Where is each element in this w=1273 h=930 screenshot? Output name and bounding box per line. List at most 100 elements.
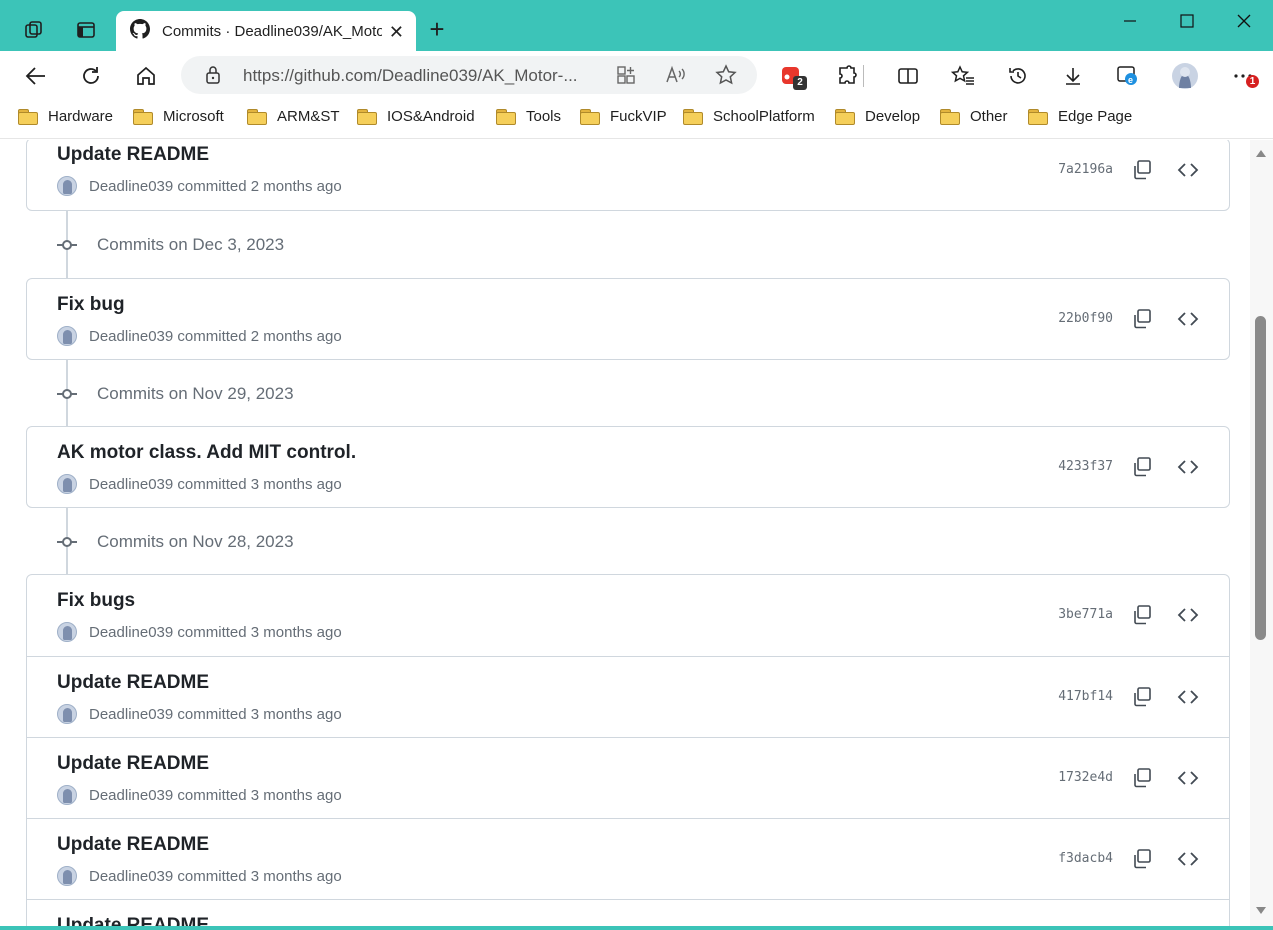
ie-mode-icon[interactable]: e [1113, 61, 1143, 91]
vertical-scrollbar[interactable] [1250, 140, 1273, 926]
author-link[interactable]: Deadline039 [89, 476, 173, 493]
folder-icon [18, 108, 38, 125]
split-screen-icon[interactable] [893, 61, 923, 91]
active-tab[interactable]: Commits · Deadline039/AK_Motor-Control ✕ [116, 11, 416, 52]
author-avatar[interactable] [57, 866, 77, 886]
folder-icon [496, 108, 516, 125]
browse-code-icon[interactable] [1177, 604, 1199, 626]
commit-message-link[interactable]: Update README [57, 915, 209, 926]
bookmark-folder[interactable]: Microsoft [133, 108, 224, 125]
scroll-thumb[interactable] [1255, 316, 1266, 640]
commit-row: Update README Deadline039 committed 3 mo… [27, 737, 1229, 818]
commit-sha-link[interactable]: 4233f37 [1058, 459, 1113, 474]
close-tab-icon[interactable]: ✕ [389, 22, 404, 43]
browse-code-icon[interactable] [1177, 767, 1199, 789]
extension-badge: 2 [793, 76, 807, 90]
title-bar: Commits · Deadline039/AK_Motor-Control ✕… [0, 0, 1273, 52]
bookmark-folder[interactable]: ARM&ST [247, 108, 340, 125]
commit-time: committed 3 months ago [177, 623, 342, 641]
close-window-button[interactable] [1217, 6, 1271, 36]
back-button[interactable] [19, 59, 53, 93]
scroll-up-arrow-icon[interactable] [1256, 150, 1266, 157]
copy-icon[interactable] [1131, 767, 1153, 789]
author-avatar[interactable] [57, 326, 77, 346]
commit-sha-link[interactable]: 417bf14 [1058, 689, 1113, 704]
scroll-down-arrow-icon[interactable] [1256, 907, 1266, 914]
minimize-button[interactable] [1103, 6, 1157, 36]
commit-meta: Deadline039 committed 3 months ago [57, 474, 342, 494]
author-link[interactable]: Deadline039 [89, 178, 173, 195]
author-avatar[interactable] [57, 704, 77, 724]
browse-code-icon[interactable] [1177, 456, 1199, 478]
vertical-tabs-icon[interactable] [68, 12, 104, 48]
bookmark-folder[interactable]: FuckVIP [580, 108, 667, 125]
app-available-icon[interactable] [614, 63, 638, 87]
author-avatar[interactable] [57, 622, 77, 642]
bookmark-folder[interactable]: Edge Page [1028, 108, 1132, 125]
folder-icon [580, 108, 600, 125]
author-avatar[interactable] [57, 176, 77, 196]
browse-code-icon[interactable] [1177, 308, 1199, 330]
author-avatar[interactable] [57, 474, 77, 494]
new-tab-button[interactable]: + [422, 14, 452, 45]
bookmark-folder[interactable]: IOS&Android [357, 108, 475, 125]
bookmark-folder[interactable]: Tools [496, 108, 561, 125]
history-icon[interactable] [1003, 61, 1033, 91]
commit-date-header: Commits on Dec 3, 2023 [57, 233, 284, 257]
copy-icon[interactable] [1131, 686, 1153, 708]
workspaces-icon[interactable] [16, 12, 52, 48]
favorites-icon[interactable] [948, 61, 978, 91]
copy-icon[interactable] [1131, 848, 1153, 870]
favorite-star-icon[interactable] [714, 63, 738, 87]
toolbar-divider [862, 61, 864, 91]
author-link[interactable]: Deadline039 [89, 868, 173, 885]
author-link[interactable]: Deadline039 [89, 787, 173, 804]
address-bar[interactable]: https://github.com/Deadline039/AK_Motor-… [181, 56, 757, 94]
more-menu-icon[interactable]: 1 [1228, 61, 1259, 91]
commit-time: committed 2 months ago [177, 327, 342, 345]
folder-icon [835, 108, 855, 125]
browse-code-icon[interactable] [1177, 159, 1199, 181]
downloads-icon[interactable] [1058, 61, 1088, 91]
commit-dot-icon [57, 532, 77, 552]
author-avatar[interactable] [57, 785, 77, 805]
copy-icon[interactable] [1131, 159, 1153, 181]
commit-message-link[interactable]: Fix bugs [57, 590, 135, 612]
copy-icon[interactable] [1131, 604, 1153, 626]
commits-page: Update README Deadline039 committed 2 mo… [0, 140, 1250, 926]
author-link[interactable]: Deadline039 [89, 624, 173, 641]
bookmark-folder[interactable]: SchoolPlatform [683, 108, 815, 125]
commit-message-link[interactable]: Fix bug [57, 294, 125, 316]
bookmark-folder[interactable]: Develop [835, 108, 920, 125]
bookmark-folder[interactable]: Other [940, 108, 1008, 125]
commit-sha-link[interactable]: 3be771a [1058, 607, 1113, 622]
bookmark-folder[interactable]: Hardware [18, 108, 113, 125]
commit-message-link[interactable]: Update README [57, 834, 209, 856]
browse-code-icon[interactable] [1177, 686, 1199, 708]
home-button[interactable] [129, 59, 163, 93]
commit-sha-link[interactable]: 1732e4d [1058, 770, 1113, 785]
copy-icon[interactable] [1131, 308, 1153, 330]
author-link[interactable]: Deadline039 [89, 328, 173, 345]
commit-sha-link[interactable]: 22b0f90 [1058, 311, 1113, 326]
refresh-button[interactable] [74, 59, 108, 93]
commit-date-header: Commits on Nov 28, 2023 [57, 530, 294, 554]
copy-icon[interactable] [1131, 456, 1153, 478]
author-link[interactable]: Deadline039 [89, 706, 173, 723]
commit-message-link[interactable]: Update README [57, 144, 209, 166]
browse-code-icon[interactable] [1177, 848, 1199, 870]
commit-time: committed 3 months ago [177, 475, 342, 493]
lock-icon[interactable] [201, 63, 225, 87]
commit-sha-link[interactable]: f3dacb4 [1058, 851, 1113, 866]
read-aloud-icon[interactable] [664, 63, 688, 87]
commit-message-link[interactable]: Update README [57, 672, 209, 694]
profile-avatar[interactable] [1170, 61, 1200, 91]
commit-row: Fix bug Deadline039 committed 2 months a… [27, 279, 1229, 359]
commit-sha-link[interactable]: 7a2196a [1058, 162, 1113, 177]
extensions-puzzle-icon[interactable] [832, 61, 862, 91]
commit-date-header: Commits on Nov 29, 2023 [57, 382, 294, 406]
commit-message-link[interactable]: Update README [57, 753, 209, 775]
commit-message-link[interactable]: AK motor class. Add MIT control. [57, 442, 356, 464]
maximize-button[interactable] [1160, 6, 1214, 36]
extension-icon[interactable]: 2 [777, 61, 807, 91]
